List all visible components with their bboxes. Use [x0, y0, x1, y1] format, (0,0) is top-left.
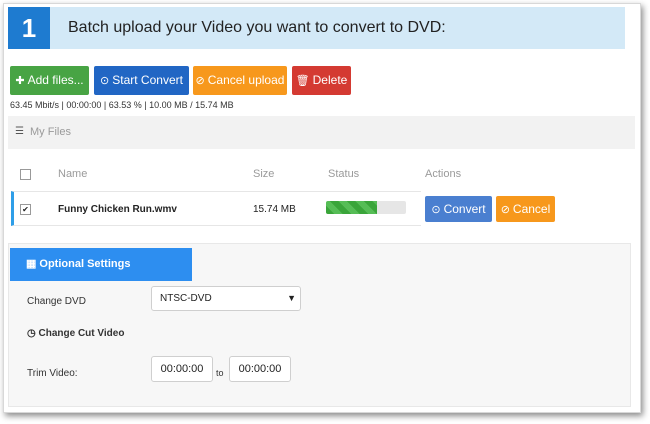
- my-files-bar: ☰ My Files: [8, 116, 635, 149]
- trim-start-input[interactable]: 00:00:00: [151, 356, 213, 382]
- cancel-row-button[interactable]: ⊘ Cancel: [496, 196, 555, 222]
- step-number: 1: [8, 7, 50, 49]
- row-checkbox[interactable]: ✔: [20, 204, 31, 215]
- trim-video-label: Trim Video:: [27, 368, 78, 379]
- start-convert-label: Start Convert: [112, 73, 183, 87]
- upload-circle-icon: ⊙: [431, 204, 441, 216]
- cancel-row-label: Cancel: [512, 202, 551, 216]
- chevron-down-icon: ▼: [287, 293, 296, 303]
- convert-label: Convert: [443, 202, 486, 216]
- step-header: 1 Batch upload your Video you want to co…: [8, 7, 625, 49]
- add-files-button[interactable]: ✚ Add files...: [10, 66, 89, 95]
- start-convert-button[interactable]: ⊙ Start Convert: [94, 66, 189, 95]
- header-size: Size: [253, 168, 275, 180]
- file-size: 15.74 MB: [253, 204, 296, 215]
- cut-title-text: Change Cut Video: [38, 328, 125, 339]
- upload-progress-fill: [326, 201, 377, 214]
- file-name: Funny Chicken Run.wmv: [58, 204, 177, 215]
- my-files-label: My Files: [30, 126, 71, 138]
- cancel-upload-label: Cancel upload: [207, 73, 285, 87]
- trim-to-label: to: [216, 368, 224, 378]
- header-actions: Actions: [425, 168, 462, 180]
- change-dvd-label: Change DVD: [27, 296, 86, 307]
- header-status: Status: [328, 168, 360, 180]
- upload-stats: 63.45 Mbit/s | 00:00:00 | 63.53 % | 10.0…: [10, 100, 234, 110]
- trash-icon: 🗑: [295, 75, 310, 87]
- list-icon: ☰: [15, 126, 24, 137]
- cancel-circle-icon: ⊘: [500, 204, 510, 216]
- delete-label: Delete: [312, 73, 348, 87]
- delete-button[interactable]: 🗑 Delete: [292, 66, 351, 95]
- clock-icon: ◷: [27, 328, 36, 339]
- step-title: Batch upload your Video you want to conv…: [68, 19, 446, 36]
- dvd-format-value: NTSC-DVD: [160, 293, 212, 304]
- select-all-checkbox[interactable]: [20, 169, 31, 180]
- upload-progress-bar: [326, 201, 406, 214]
- cancel-upload-button[interactable]: ⊘ Cancel upload: [193, 66, 287, 95]
- tab-optional-settings[interactable]: ▦ Optional Settings: [10, 248, 192, 281]
- upload-circle-icon: ⊙: [100, 75, 110, 87]
- header-name: Name: [58, 168, 88, 180]
- add-files-label: Add files...: [27, 73, 84, 87]
- grid-icon: ▦: [26, 258, 37, 270]
- change-cut-video-title: ◷ Change Cut Video: [27, 328, 124, 339]
- convert-button[interactable]: ⊙ Convert: [425, 196, 492, 222]
- optional-settings-label: Optional Settings: [39, 258, 131, 270]
- plus-icon: ✚: [15, 75, 25, 87]
- cancel-circle-icon: ⊘: [195, 75, 205, 87]
- trim-end-input[interactable]: 00:00:00: [229, 356, 291, 382]
- dvd-format-select[interactable]: NTSC-DVD ▼: [151, 286, 301, 311]
